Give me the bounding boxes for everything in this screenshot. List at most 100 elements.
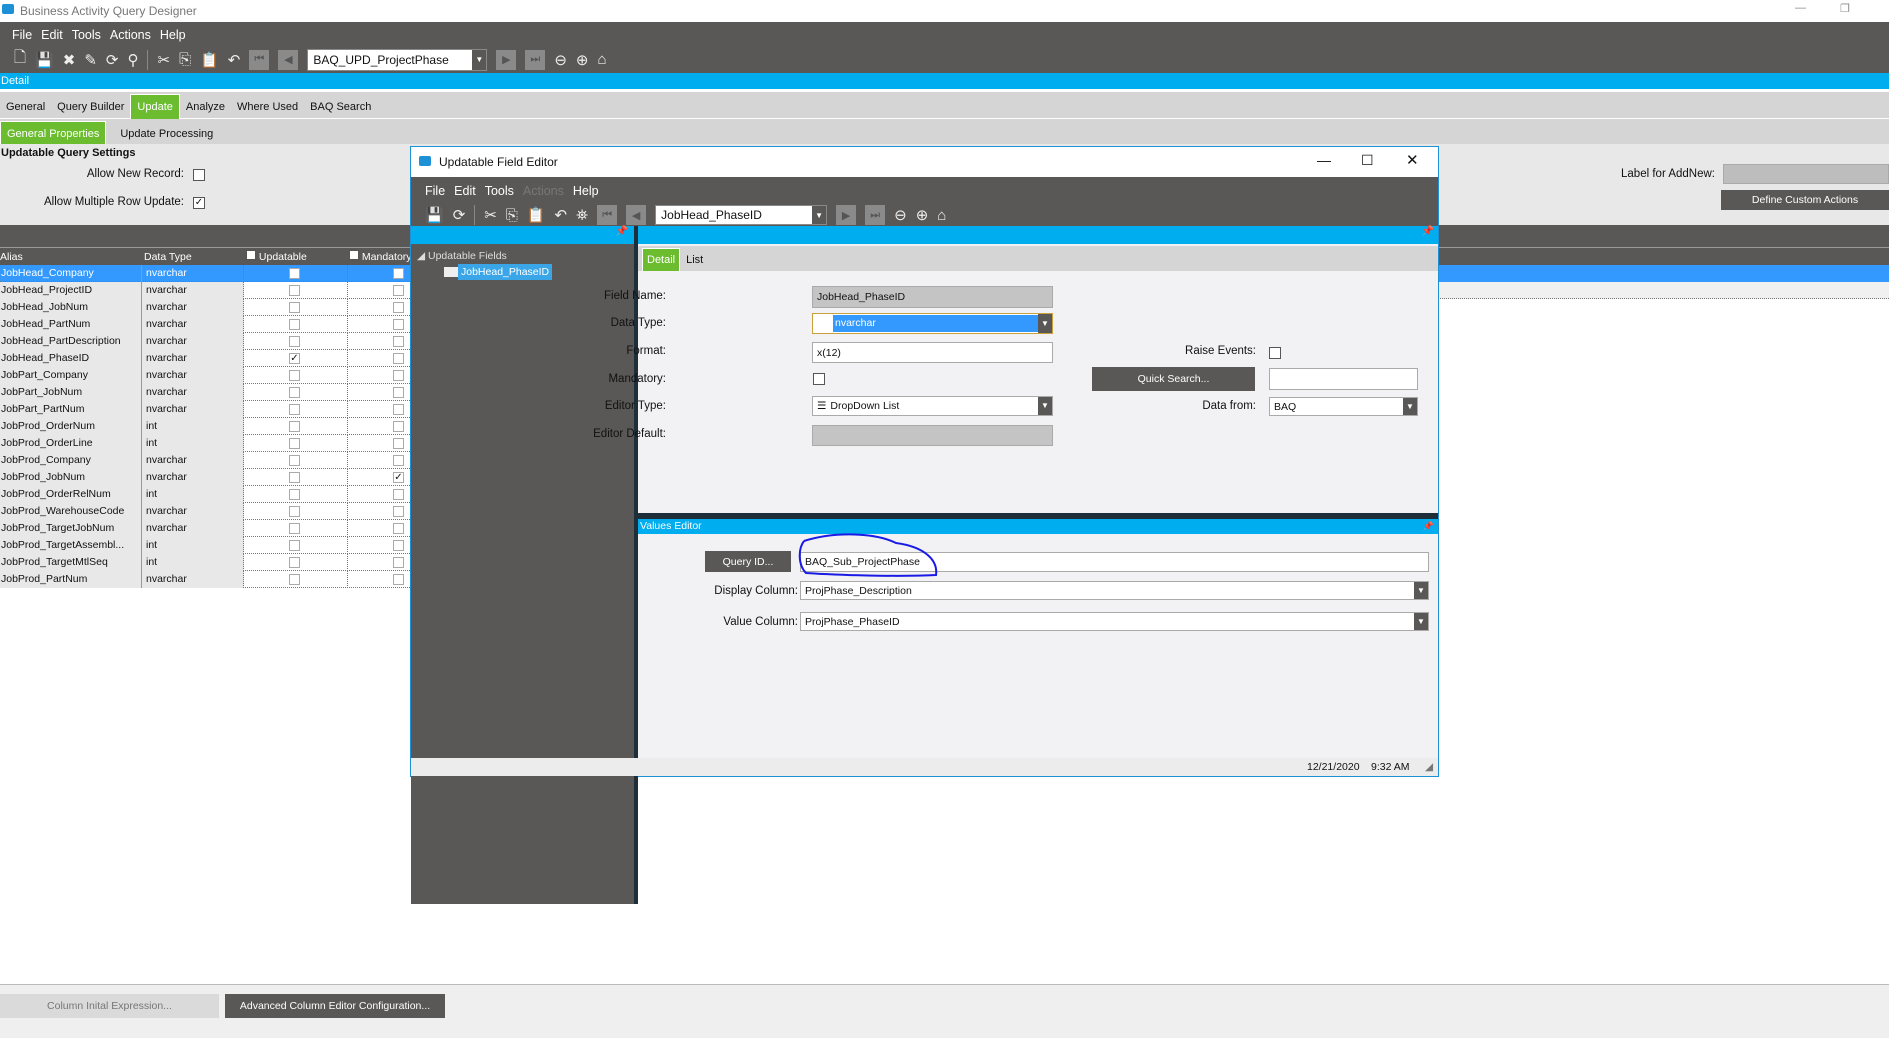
allow-new-record-checkbox[interactable] — [193, 169, 205, 181]
chevron-down-icon[interactable]: ▼ — [1038, 397, 1052, 415]
updatable-checkbox[interactable] — [289, 506, 300, 517]
mandatory-checkbox[interactable] — [393, 370, 404, 381]
copy-icon[interactable]: ⎘ — [179, 51, 191, 68]
menu-edit[interactable]: Edit — [41, 28, 63, 42]
query-id-button[interactable]: Query ID... — [705, 551, 791, 572]
mandatory-checkbox[interactable] — [393, 574, 404, 585]
allow-multiple-checkbox[interactable]: ✓ — [193, 197, 205, 209]
paste-icon[interactable]: 📋 — [200, 51, 219, 69]
table-row[interactable]: JobProd_PartNum nvarchar — [0, 571, 410, 588]
cut-icon[interactable]: ✂ — [157, 51, 170, 69]
tab-update-processing[interactable]: Update Processing — [114, 122, 219, 146]
table-row[interactable]: JobProd_TargetMtlSeq int — [0, 554, 410, 571]
undo-icon[interactable]: ↶ — [555, 206, 568, 224]
mandatory-checkbox[interactable] — [393, 302, 404, 313]
table-row[interactable]: JobHead_Company nvarchar — [0, 265, 410, 282]
field-combo[interactable]: JobHead_PhaseID ▼ — [655, 205, 828, 225]
last-record-button[interactable]: ⏭ — [865, 205, 886, 225]
table-row[interactable]: JobPart_Company nvarchar — [0, 367, 410, 384]
updatable-checkbox[interactable] — [289, 455, 300, 466]
updatable-checkbox[interactable] — [289, 574, 300, 585]
table-row[interactable]: JobHead_PartNum nvarchar — [0, 316, 410, 333]
menu-tools[interactable]: Tools — [72, 28, 101, 42]
table-row[interactable]: JobPart_PartNum nvarchar — [0, 401, 410, 418]
table-row[interactable]: JobHead_JobNum nvarchar — [0, 299, 410, 316]
cut-icon[interactable]: ✂ — [484, 206, 497, 224]
tree-root[interactable]: ◢ Updatable Fields — [417, 250, 507, 262]
table-row[interactable]: JobProd_WarehouseCode nvarchar — [0, 503, 410, 520]
chevron-down-icon[interactable]: ▼ — [1414, 613, 1428, 630]
dialog-maximize-button[interactable]: ☐ — [1361, 152, 1374, 169]
mandatory-checkbox[interactable] — [393, 404, 404, 415]
dialog-menu-help[interactable]: Help — [573, 184, 599, 198]
format-input[interactable]: x(12) — [812, 342, 1053, 363]
binoculars-icon[interactable]: ⛯ — [576, 207, 588, 224]
header-updatable-checkbox[interactable] — [246, 250, 256, 260]
chevron-down-icon[interactable]: ▼ — [472, 49, 487, 70]
undo-icon[interactable]: ↶ — [228, 51, 241, 69]
menu-actions[interactable]: Actions — [110, 28, 151, 42]
data-type-combo[interactable]: nvarchar ▼ — [812, 313, 1053, 334]
tab-detail[interactable]: Detail — [642, 248, 681, 271]
dialog-menu-file[interactable]: File — [425, 184, 445, 198]
mandatory-checkbox[interactable] — [393, 268, 404, 279]
chevron-down-icon[interactable]: ▼ — [812, 206, 827, 224]
clear-icon[interactable]: ✎ — [84, 51, 97, 69]
dialog-menu-edit[interactable]: Edit — [454, 184, 476, 198]
restore-button[interactable]: ❐ — [1840, 2, 1850, 15]
save-icon[interactable]: 💾 — [35, 51, 54, 69]
table-row[interactable]: JobPart_JobNum nvarchar — [0, 384, 410, 401]
raise-events-checkbox[interactable] — [1269, 347, 1281, 359]
updatable-checkbox[interactable] — [289, 557, 300, 568]
updatable-checkbox[interactable] — [289, 472, 300, 483]
mandatory-checkbox[interactable] — [393, 285, 404, 296]
value-column-combo[interactable]: ProjPhase_PhaseID ▼ — [800, 612, 1429, 631]
chevron-down-icon[interactable]: ▼ — [1414, 582, 1428, 599]
dialog-minimize-button[interactable]: — — [1317, 152, 1331, 168]
tab-list[interactable]: List — [680, 248, 709, 272]
dialog-menu-tools[interactable]: Tools — [485, 184, 514, 198]
resize-grip-icon[interactable]: ◢ — [1425, 761, 1433, 773]
home-icon[interactable]: ⌂ — [937, 207, 946, 224]
last-record-button[interactable]: ⏭ — [525, 49, 546, 70]
header-mandatory[interactable]: Mandatory — [362, 251, 412, 263]
first-record-button[interactable]: ⏮ — [597, 205, 618, 225]
define-custom-actions-button[interactable]: Define Custom Actions — [1721, 190, 1889, 210]
next-record-button[interactable]: ▶ — [836, 205, 857, 225]
table-row[interactable]: JobHead_PhaseID nvarchar ✓ — [0, 350, 410, 367]
table-row[interactable]: JobProd_Company nvarchar — [0, 452, 410, 469]
home-icon[interactable]: ⌂ — [598, 51, 607, 68]
copy-icon[interactable]: ⎘ — [506, 207, 518, 224]
minimize-button[interactable]: — — [1795, 2, 1806, 14]
display-column-combo[interactable]: ProjPhase_Description ▼ — [800, 581, 1429, 600]
updatable-checkbox[interactable] — [289, 268, 300, 279]
table-row[interactable]: JobProd_OrderNum int — [0, 418, 410, 435]
pin-icon[interactable]: 📌 — [1422, 226, 1434, 237]
mandatory-checkbox[interactable] — [393, 506, 404, 517]
mandatory-checkbox[interactable] — [393, 438, 404, 449]
data-from-combo[interactable]: BAQ ▼ — [1269, 397, 1418, 416]
mandatory-checkbox[interactable] — [393, 540, 404, 551]
updatable-checkbox[interactable] — [289, 404, 300, 415]
tab-general-properties[interactable]: General Properties — [0, 121, 107, 146]
prev-record-button[interactable]: ◀ — [278, 49, 299, 70]
updatable-checkbox[interactable] — [289, 302, 300, 313]
paste-icon[interactable]: 📋 — [527, 206, 546, 224]
updatable-checkbox[interactable] — [289, 540, 300, 551]
back-icon[interactable]: ⊖ — [554, 51, 567, 69]
mandatory-checkbox[interactable] — [813, 373, 825, 385]
tab-general[interactable]: General — [0, 95, 51, 119]
header-mandatory-checkbox[interactable] — [349, 250, 359, 260]
updatable-checkbox[interactable] — [289, 421, 300, 432]
mandatory-checkbox[interactable] — [393, 421, 404, 432]
editor-type-combo[interactable]: ☰ DropDown List ▼ — [812, 396, 1053, 416]
header-updatable[interactable]: Updatable — [259, 251, 307, 263]
pin-icon[interactable]: 📌 — [411, 226, 634, 244]
mandatory-checkbox[interactable] — [393, 455, 404, 466]
mandatory-checkbox[interactable] — [393, 523, 404, 534]
broom-icon[interactable]: ⚲ — [127, 51, 138, 69]
table-row[interactable]: JobHead_ProjectID nvarchar — [0, 282, 410, 299]
label-addnew-input[interactable] — [1723, 164, 1889, 184]
menu-file[interactable]: File — [12, 28, 32, 42]
updatable-checkbox[interactable] — [289, 285, 300, 296]
